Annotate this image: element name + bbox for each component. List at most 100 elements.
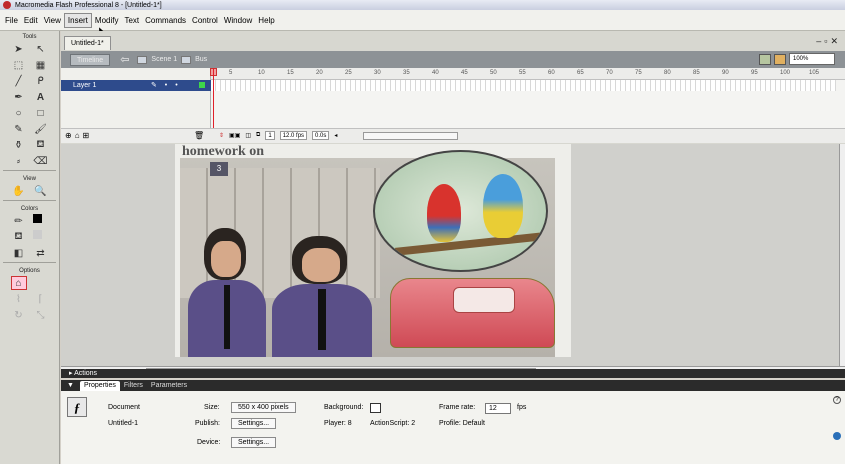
frame-number-label: 55	[519, 70, 526, 76]
current-frame: 1	[265, 131, 275, 140]
edit-multiple-icon[interactable]: ⧉	[256, 132, 260, 139]
frame-grid[interactable]	[211, 80, 836, 91]
frame-number-label: 85	[693, 70, 700, 76]
breadcrumb-symbol[interactable]: Bus	[195, 56, 207, 63]
paint-bucket-tool-icon[interactable]: ⛾	[33, 138, 49, 152]
menu-bar: File Edit View Insert Modify Text Comman…	[0, 10, 845, 31]
frame-number-label: 45	[461, 70, 468, 76]
menu-control[interactable]: Control	[189, 14, 221, 27]
menu-modify[interactable]: Modify	[92, 14, 122, 27]
tab-parameters[interactable]: Parameters	[147, 381, 191, 391]
text-tool-icon[interactable]: A	[33, 90, 49, 104]
tab-properties[interactable]: Properties	[79, 381, 120, 391]
menu-insert[interactable]: Insert	[63, 12, 92, 28]
free-transform-tool-icon[interactable]: ⬚	[11, 58, 27, 72]
blue-yellow-parrot	[483, 174, 523, 238]
eyedropper-tool-icon[interactable]: ⸗	[11, 154, 27, 168]
onion-skin-icon[interactable]: ▣▣	[229, 132, 240, 139]
menu-edit[interactable]: Edit	[21, 14, 41, 27]
frame-ruler[interactable]: 5 10 15 20 25 30 35 40 45 50 55 60 65 70 75 80 85 90 95 100…	[211, 68, 836, 80]
delete-layer-icon[interactable]: 🗑	[194, 131, 204, 140]
panel-options-icon[interactable]	[833, 432, 841, 440]
layer-outline-swatch[interactable]	[199, 82, 205, 88]
breadcrumb-scene[interactable]: Scene 1	[151, 56, 177, 63]
fill-swatch[interactable]	[32, 230, 42, 239]
collapse-triangle-icon[interactable]: ▼	[67, 381, 74, 391]
document-tab[interactable]: Untitled-1*	[64, 36, 111, 50]
frame-rate-input[interactable]: 12	[485, 403, 511, 414]
actions-panel-header[interactable]: ▸ Actions	[61, 369, 845, 378]
frame-number-label: 90	[722, 70, 729, 76]
layer-pencil-icon: ✎ • •	[151, 82, 181, 89]
black-white-icon[interactable]: ◧	[11, 246, 27, 260]
timeline-toggle-button[interactable]: Timeline	[70, 53, 111, 66]
menu-view[interactable]: View	[41, 14, 64, 27]
menu-window[interactable]: Window	[221, 14, 255, 27]
properties-panel: ƒ Document Untitled-1 Size: 550 x 400 pi…	[61, 391, 845, 464]
rotate-option-icon: ↻	[14, 309, 23, 321]
view-section-label: View	[23, 176, 36, 182]
publish-settings-button[interactable]: Settings...	[231, 418, 277, 429]
options-section-label: Options	[19, 268, 40, 274]
parrots-circle	[373, 150, 548, 272]
imported-bitmap[interactable]: 3	[180, 150, 555, 357]
red-parrot	[427, 184, 461, 242]
publish-label: Publish:	[195, 420, 220, 427]
frame-number-label: 40	[432, 70, 439, 76]
layer-name[interactable]: Layer 1	[73, 82, 96, 89]
frame-rate-label: Frame rate:	[439, 404, 476, 411]
pencil-tool-icon[interactable]: ✎	[11, 122, 27, 136]
menu-commands[interactable]: Commands	[142, 14, 189, 27]
edit-scene-icon[interactable]	[759, 53, 771, 65]
ink-bottle-tool-icon[interactable]: ⚱	[11, 138, 27, 152]
frame-number-label: 105	[809, 70, 820, 76]
device-settings-button[interactable]: Settings...	[231, 437, 277, 448]
edit-symbols-icon[interactable]	[774, 53, 786, 65]
timeline-scrollbar[interactable]	[363, 132, 458, 140]
device-label: Device:	[197, 439, 221, 446]
stroke-color-icon[interactable]: ✏	[11, 214, 27, 228]
brush-tool-icon[interactable]: 🖌	[33, 122, 49, 136]
zoom-select[interactable]: 100%	[789, 53, 835, 65]
frame-number-label: 100	[780, 70, 791, 76]
document-size-button[interactable]: 550 x 400 pixels	[231, 402, 296, 413]
onion-outline-icon[interactable]: ◫	[245, 132, 251, 139]
fill-color-icon[interactable]: ⛾	[11, 230, 27, 244]
menu-file[interactable]: File	[2, 14, 21, 27]
pen-tool-icon[interactable]: ✒	[11, 90, 27, 104]
stage-pasteboard[interactable]: homework on 3	[61, 144, 839, 366]
line-tool-icon[interactable]: ╱	[11, 74, 27, 88]
window-controls[interactable]: –▫✕	[816, 36, 841, 47]
page-number-badge: 3	[210, 162, 228, 176]
menu-text[interactable]: Text	[121, 14, 142, 27]
swap-colors-icon[interactable]: ⇄	[33, 246, 49, 260]
center-frame-icon[interactable]: ⇕	[219, 132, 224, 139]
frame-number-label: 5	[229, 70, 233, 76]
eraser-tool-icon[interactable]: ⌫	[33, 154, 49, 168]
tab-filters[interactable]: Filters	[120, 381, 147, 391]
oval-tool-icon[interactable]: ○	[11, 106, 27, 120]
stage-vertical-scrollbar[interactable]	[839, 144, 845, 366]
stage[interactable]: homework on 3	[175, 144, 571, 357]
add-layer-icons[interactable]: ⊕⌂⊞	[65, 131, 92, 140]
menu-help[interactable]: Help	[255, 14, 277, 27]
help-icon[interactable]: ?	[833, 396, 841, 404]
stroke-swatch[interactable]	[32, 214, 42, 223]
scene-icon	[137, 55, 148, 64]
red-car	[390, 278, 555, 348]
frame-number-label: 60	[548, 70, 555, 76]
fill-transform-tool-icon[interactable]: ▦	[33, 58, 49, 72]
subselect-tool-icon[interactable]: ↖	[33, 42, 49, 56]
rectangle-tool-icon[interactable]: □	[33, 106, 49, 120]
lasso-tool-icon[interactable]: ᑭ	[33, 74, 49, 88]
background-color-swatch[interactable]	[370, 403, 381, 413]
zoom-tool-icon[interactable]: 🔍	[33, 184, 49, 198]
document-name: Untitled-1	[108, 420, 138, 427]
snap-magnet-icon[interactable]: ⌂	[10, 276, 27, 290]
back-arrow-icon[interactable]: ⇦	[120, 53, 129, 66]
frame-number-label: 50	[490, 70, 497, 76]
arrow-tool-icon[interactable]: ➤	[11, 42, 27, 56]
scroll-left-icon[interactable]: ◂	[334, 132, 337, 139]
hand-tool-icon[interactable]: ✋	[11, 184, 27, 198]
layer-row[interactable]: Layer 1 ✎ • •	[61, 80, 211, 91]
